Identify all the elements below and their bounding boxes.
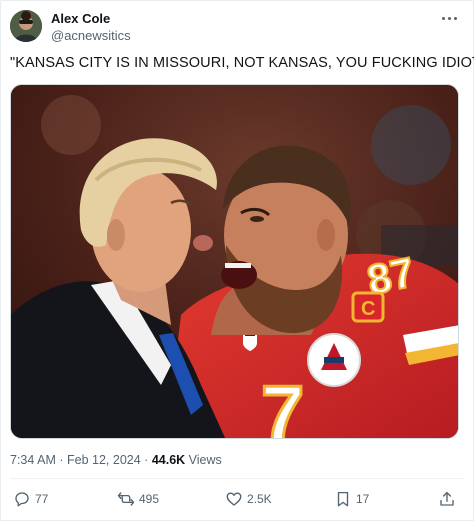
like-count: 2.5K (247, 492, 272, 506)
views-count[interactable]: 44.6K (152, 453, 185, 467)
reply-count: 77 (35, 492, 49, 506)
tweet-meta: 7:34 AM · Feb 12, 2024 · 44.6K Views (10, 453, 222, 467)
divider (10, 478, 464, 479)
tweet-card[interactable]: Alex Cole @acnewsitics "KANSAS CITY IS I… (0, 0, 474, 521)
repost-count: 495 (139, 492, 160, 506)
views-label: Views (188, 453, 222, 467)
tweet-media-image[interactable]: 87 C 7 (10, 84, 459, 439)
action-bar: 77 495 2.5K 17 (1, 488, 474, 512)
share-icon (440, 491, 454, 506)
share-button[interactable] (438, 488, 456, 510)
bookmark-count: 17 (356, 492, 370, 506)
media-illustration: 87 C 7 (11, 85, 458, 439)
tweet-date[interactable]: Feb 12, 2024 (67, 453, 141, 467)
like-button[interactable]: 2.5K (225, 488, 272, 510)
repost-button[interactable]: 495 (117, 488, 159, 510)
meta-separator-2: · (144, 453, 149, 467)
author-handle[interactable]: @acnewsitics (51, 28, 131, 43)
meta-separator: · (59, 453, 64, 467)
captain-letter: C (361, 298, 375, 320)
author-avatar[interactable] (10, 10, 42, 42)
author-name[interactable]: Alex Cole (51, 11, 110, 26)
tweet-text: "KANSAS CITY IS IN MISSOURI, NOT KANSAS,… (10, 55, 474, 71)
reply-icon (15, 492, 29, 507)
bookmark-icon (337, 491, 349, 507)
reply-button[interactable]: 77 (13, 488, 48, 510)
repost-icon (117, 492, 135, 506)
more-horizontal-icon[interactable] (441, 13, 457, 23)
tweet-time[interactable]: 7:34 AM (10, 453, 56, 467)
bookmark-button[interactable]: 17 (334, 488, 369, 510)
heart-icon (226, 492, 242, 506)
front-number: 7 (261, 369, 304, 439)
avatar-image (10, 10, 42, 42)
